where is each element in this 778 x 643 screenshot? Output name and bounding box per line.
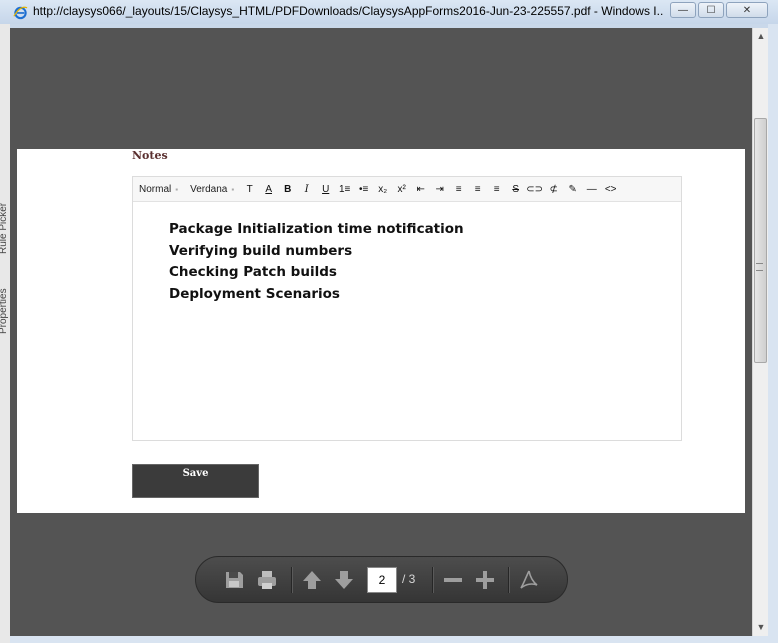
content-line: Verifying build numbers [169,242,353,259]
editor-content[interactable]: Package Initialization time notification… [169,219,464,305]
page-total: / 3 [402,572,416,586]
print-icon[interactable] [254,569,280,591]
zoom-in-icon[interactable] [472,569,498,591]
save-button[interactable]: Save [132,464,259,498]
maximize-button[interactable]: ☐ [698,2,724,18]
rich-text-editor[interactable]: Normal ▪ Verdana ▪ T A B I U 1≡ •≡ x₂ x²… [132,176,682,441]
font-size-icon[interactable]: T [240,184,259,195]
html-source-icon[interactable]: <> [601,184,620,195]
previous-page-icon[interactable] [299,569,325,591]
underline-icon[interactable]: U [316,184,335,195]
zoom-out-icon[interactable] [440,569,466,591]
ordered-list-icon[interactable]: 1≡ [335,184,354,195]
window-bottom-border [10,636,768,643]
format-select[interactable]: Normal [133,184,175,195]
scrollbar-grip-icon [756,263,763,271]
align-right-icon[interactable]: ≡ [487,184,506,195]
scroll-down-icon[interactable]: ▼ [756,622,766,632]
background-page-edge: Rule Picker Properties [0,24,10,643]
window-right-border [768,24,778,643]
link-icon[interactable]: ⊂⊃ [525,184,544,195]
chevron-down-icon: ▪ [175,184,179,194]
rule-picker-label: Rule Picker [0,202,9,254]
browser-window: http://claysys066/_layouts/15/Claysys_HT… [0,0,778,643]
internet-explorer-icon [13,6,28,20]
next-page-icon[interactable] [331,569,357,591]
toolbar-divider [508,567,510,593]
subscript-icon[interactable]: x₂ [373,184,392,195]
save-icon[interactable] [221,569,247,591]
font-select[interactable]: Verdana [184,184,231,195]
title-bar: http://claysys066/_layouts/15/Claysys_HT… [0,0,778,24]
page-number-input[interactable]: 2 [367,567,397,593]
outdent-icon[interactable]: ⇤ [411,184,430,195]
align-center-icon[interactable]: ≡ [468,184,487,195]
unlink-icon[interactable]: ⊄ [544,184,563,195]
font-color-icon[interactable]: A [259,184,278,195]
scrollbar-thumb[interactable] [754,118,767,363]
minimize-button[interactable]: — [670,2,696,18]
toolbar-divider [291,567,293,593]
window-title: http://claysys066/_layouts/15/Claysys_HT… [33,4,663,18]
pdf-floating-toolbar: 2 / 3 [195,556,568,603]
superscript-icon[interactable]: x² [392,184,411,195]
pdf-viewer: Notes Normal ▪ Verdana ▪ T A B I U 1≡ •≡… [10,28,752,636]
vertical-scrollbar[interactable]: ▲ ▼ [752,28,769,636]
content-line: Deployment Scenarios [169,285,340,302]
bold-icon[interactable]: B [278,184,297,195]
adobe-acrobat-icon[interactable] [516,569,542,591]
horizontal-rule-icon[interactable]: — [582,184,601,195]
unordered-list-icon[interactable]: •≡ [354,184,373,195]
italic-icon[interactable]: I [297,184,316,195]
notes-label: Notes [132,149,168,162]
content-line: Checking Patch builds [169,264,337,280]
toolbar-divider [432,567,434,593]
scroll-up-icon[interactable]: ▲ [756,31,766,41]
strikethrough-icon[interactable]: S [506,184,525,195]
content-line: Package Initialization time notification [169,221,464,237]
eraser-icon[interactable]: ✎ [563,184,582,195]
indent-icon[interactable]: ⇥ [430,184,449,195]
properties-label: Properties [0,288,9,334]
close-button[interactable]: ✕ [726,2,768,18]
chevron-down-icon: ▪ [231,184,235,194]
align-left-icon[interactable]: ≡ [449,184,468,195]
editor-toolbar: Normal ▪ Verdana ▪ T A B I U 1≡ •≡ x₂ x²… [133,177,681,202]
pdf-page: Notes Normal ▪ Verdana ▪ T A B I U 1≡ •≡… [17,149,745,513]
